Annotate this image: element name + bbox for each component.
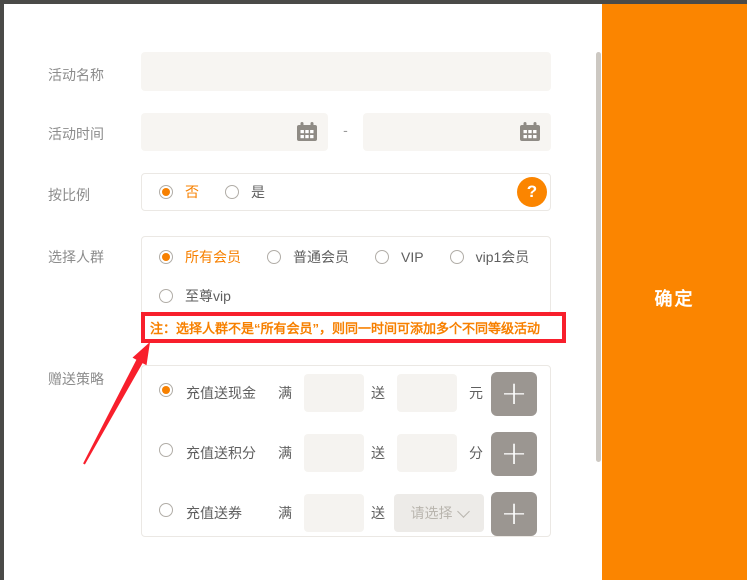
- confirm-button[interactable]: 确定: [602, 4, 747, 580]
- radio-option-label: 普通会员: [293, 247, 349, 267]
- by-ratio-group: 否 是 ?: [141, 173, 551, 211]
- cash-give-input[interactable]: [397, 374, 457, 412]
- radio-option-vip1[interactable]: vip1会员: [450, 247, 530, 267]
- crowd-row-1: 所有会员 普通会员 VIP vip1会员: [142, 237, 550, 276]
- radio-selected-icon[interactable]: [159, 185, 173, 199]
- radio-option-label: 否: [185, 182, 199, 202]
- unit-label: 分: [469, 443, 483, 463]
- radio-option-label: 所有会员: [185, 247, 241, 267]
- date-range-separator: -: [329, 122, 362, 138]
- unit-label: 元: [469, 383, 483, 403]
- by-ratio-label: 按比例: [48, 185, 90, 205]
- select-placeholder: 请选择: [411, 503, 453, 523]
- radio-unselected-icon[interactable]: [159, 289, 173, 303]
- radio-unselected-icon[interactable]: [159, 443, 173, 457]
- coupon-threshold-input[interactable]: [304, 494, 364, 532]
- radio-selected-icon[interactable]: [159, 250, 173, 264]
- start-date-picker[interactable]: [141, 113, 328, 151]
- activity-name-input[interactable]: [141, 52, 551, 91]
- confirm-button-label: 确定: [602, 285, 747, 311]
- end-date-picker[interactable]: [363, 113, 551, 151]
- add-cash-rule-button[interactable]: +: [491, 372, 537, 416]
- threshold-prefix: 满: [278, 443, 292, 463]
- plus-icon: +: [501, 437, 528, 469]
- strategy-option-label: 充值送现金: [186, 383, 256, 403]
- radio-unselected-icon[interactable]: [450, 250, 464, 264]
- points-threshold-input[interactable]: [304, 434, 364, 472]
- threshold-prefix: 满: [278, 503, 292, 523]
- strategy-label: 赠送策略: [48, 369, 104, 389]
- strategy-row-points: 充值送积分 满 送 分 +: [142, 427, 550, 473]
- radio-unselected-icon[interactable]: [225, 185, 239, 199]
- points-give-input[interactable]: [397, 434, 457, 472]
- give-prefix: 送: [371, 503, 385, 523]
- threshold-prefix: 满: [278, 383, 292, 403]
- strategy-row-coupon: 充值送券 满 送 请选择 +: [142, 487, 550, 533]
- activity-time-label: 活动时间: [48, 124, 104, 144]
- crowd-group: 所有会员 普通会员 VIP vip1会员 至尊vip: [141, 236, 551, 314]
- radio-option-supreme-vip[interactable]: 至尊vip: [159, 286, 231, 306]
- strategy-option-label: 充值送券: [186, 503, 242, 523]
- strategy-option-label: 充值送积分: [186, 443, 256, 463]
- give-prefix: 送: [371, 443, 385, 463]
- radio-option-label: VIP: [401, 249, 424, 265]
- radio-option-no[interactable]: 否: [159, 182, 199, 202]
- activity-name-label: 活动名称: [48, 65, 104, 85]
- cash-threshold-input[interactable]: [304, 374, 364, 412]
- radio-unselected-icon[interactable]: [159, 503, 173, 517]
- annotation-highlight-box: 注：选择人群不是“所有会员”，则同一时间可添加多个不同等级活动: [141, 312, 566, 343]
- scrollbar-thumb[interactable]: [596, 52, 601, 462]
- help-icon[interactable]: ?: [517, 177, 547, 207]
- calendar-icon: [296, 122, 318, 142]
- radio-option-vip[interactable]: VIP: [375, 249, 424, 265]
- radio-selected-icon[interactable]: [159, 383, 173, 397]
- give-prefix: 送: [371, 383, 385, 403]
- plus-icon: +: [501, 497, 528, 529]
- crowd-row-2: 至尊vip: [142, 276, 550, 315]
- radio-option-all-members[interactable]: 所有会员: [159, 247, 241, 267]
- radio-unselected-icon[interactable]: [267, 250, 281, 264]
- plus-icon: +: [501, 377, 528, 409]
- radio-option-label: vip1会员: [476, 247, 530, 267]
- radio-option-label: 是: [251, 182, 265, 202]
- coupon-select-dropdown[interactable]: 请选择: [394, 494, 484, 532]
- window-left-border: [0, 0, 4, 580]
- add-coupon-rule-button[interactable]: +: [491, 492, 537, 536]
- add-points-rule-button[interactable]: +: [491, 432, 537, 476]
- strategy-row-cash: 充值送现金 满 送 元 +: [142, 367, 550, 413]
- strategy-group: 充值送现金 满 送 元 + 充值送积分 满 送 分 + 充值送券 满: [141, 365, 551, 537]
- radio-option-label: 至尊vip: [185, 286, 231, 306]
- chevron-down-icon: [457, 505, 470, 518]
- crowd-note-text: 注：选择人群不是“所有会员”，则同一时间可添加多个不同等级活动: [145, 318, 540, 337]
- radio-unselected-icon[interactable]: [375, 250, 389, 264]
- radio-option-normal-members[interactable]: 普通会员: [267, 247, 349, 267]
- radio-option-yes[interactable]: 是: [225, 182, 265, 202]
- crowd-label: 选择人群: [48, 247, 104, 267]
- calendar-icon: [519, 122, 541, 142]
